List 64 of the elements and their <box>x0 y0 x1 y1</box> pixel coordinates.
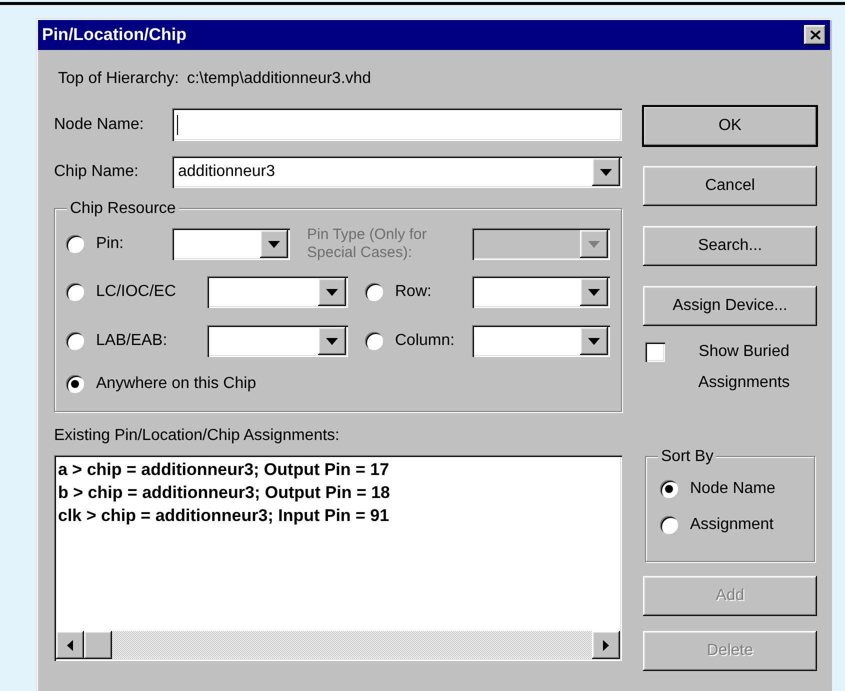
hierarchy-path: c:\temp\additionneur3.vhd <box>186 69 372 89</box>
radio-label: Node Name <box>690 479 776 499</box>
radio-label: LC/IOC/EC <box>96 282 176 302</box>
radio-button[interactable] <box>66 235 84 253</box>
radio-label: Column: <box>395 331 455 351</box>
dropdown-field[interactable] <box>172 228 290 260</box>
checkbox-label: Show Buried Assignments <box>697 342 791 393</box>
dropdown-button[interactable] <box>580 327 608 355</box>
radio-button[interactable] <box>66 332 84 350</box>
scroll-right-button[interactable] <box>592 631 620 659</box>
radio-label: Anywhere on this Chip <box>96 374 256 394</box>
list-item[interactable]: b > chip = additionneur3; Output Pin = 18 <box>58 481 620 504</box>
pin-type-label: Pin Type (Only for Special Cases): <box>307 226 428 262</box>
field-label: Node Name: <box>54 114 145 134</box>
radio-button[interactable] <box>365 283 383 301</box>
left-arrow-icon <box>67 640 73 650</box>
caret-icon <box>268 240 280 248</box>
caret-icon <box>588 288 600 296</box>
radio-label: LAB/EAB: <box>96 331 168 351</box>
scroll-thumb[interactable] <box>84 631 112 659</box>
radio-button[interactable] <box>66 283 84 301</box>
close-button[interactable] <box>804 25 826 45</box>
dropdown-field[interactable] <box>207 276 348 308</box>
horizontal-scrollbar[interactable] <box>56 631 620 659</box>
dropdown-field[interactable] <box>472 228 610 260</box>
dropdown-field[interactable] <box>472 276 610 308</box>
close-icon <box>810 30 820 40</box>
radio-button[interactable] <box>660 516 678 534</box>
dialog-button[interactable]: OK <box>643 106 817 146</box>
dialog-button[interactable]: Assign Device... <box>643 286 817 326</box>
radio-label: Row: <box>395 282 432 302</box>
caret-icon <box>326 288 338 296</box>
dropdown-field[interactable]: additionneur3 <box>172 156 622 188</box>
dropdown-button[interactable] <box>318 278 346 306</box>
caret-icon <box>326 338 338 344</box>
dialog-button[interactable]: Cancel <box>643 166 817 206</box>
field-label: Chip Name: <box>54 162 140 182</box>
list-item[interactable]: clk > chip = additionneur3; Input Pin = 91 <box>58 504 620 527</box>
radio-button[interactable] <box>660 480 678 498</box>
checkbox[interactable] <box>645 342 665 362</box>
dropdown-field[interactable] <box>472 325 610 357</box>
hierarchy-label: Top of Hierarchy: <box>58 69 179 89</box>
caret-icon <box>600 168 612 176</box>
assignment-list[interactable]: a > chip = additionneur3; Output Pin = 17 b > chip = additionneur3; Output Pin = 18 clk > chip = additionneur3; Input Pin = 91 <box>54 455 622 661</box>
dropdown-button[interactable] <box>580 230 608 258</box>
field-value: additionneur3 <box>178 162 275 182</box>
window-title: Pin/Location/Chip <box>42 24 186 46</box>
dropdown-button[interactable] <box>592 158 620 186</box>
dropdown-button[interactable] <box>260 230 288 258</box>
dropdown-button[interactable] <box>580 278 608 306</box>
radio-label: Assignment <box>690 515 774 535</box>
scroll-left-button[interactable] <box>56 631 84 659</box>
radio-button[interactable] <box>365 332 383 350</box>
list-item[interactable]: a > chip = additionneur3; Output Pin = 17 <box>58 458 620 481</box>
dialog-button[interactable]: Search... <box>643 226 817 266</box>
input-field[interactable] <box>172 108 622 141</box>
caret-icon <box>588 338 600 344</box>
right-arrow-icon <box>603 640 609 650</box>
radio-label: Pin: <box>96 234 124 254</box>
dropdown-button[interactable] <box>318 327 346 355</box>
list-label: Existing Pin/Location/Chip Assignments: <box>54 426 340 446</box>
dropdown-field[interactable] <box>207 325 348 357</box>
caret-icon <box>588 240 600 248</box>
radio-button[interactable] <box>66 375 84 393</box>
